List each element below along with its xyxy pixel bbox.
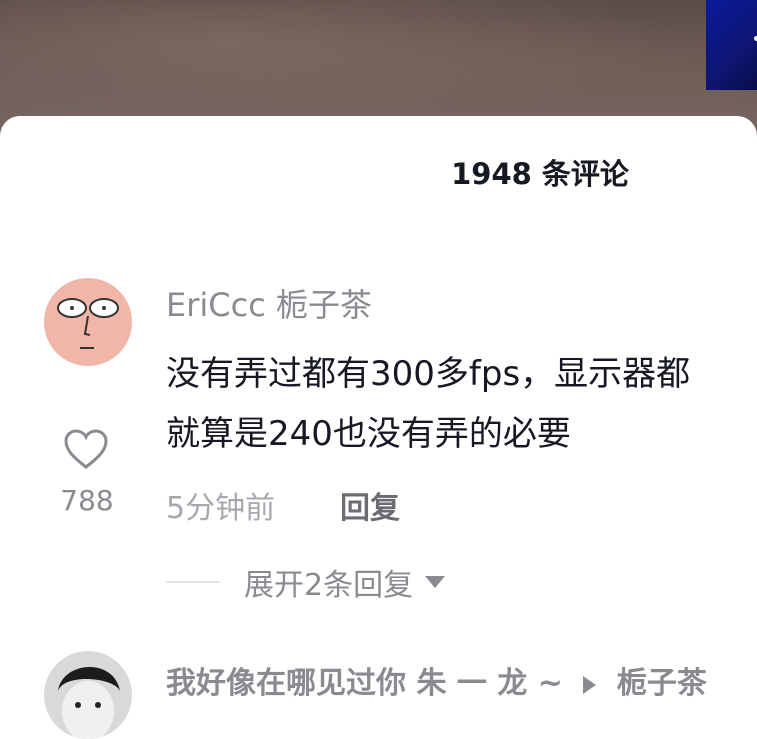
divider bbox=[166, 581, 220, 583]
comment-time: 5分钟前 bbox=[166, 491, 276, 526]
like-count: 788 bbox=[60, 484, 114, 517]
expand-replies-label: 展开2条回复 bbox=[244, 568, 414, 603]
avatar[interactable] bbox=[44, 651, 132, 739]
avatar[interactable] bbox=[44, 278, 132, 366]
video-thumbnail[interactable] bbox=[706, 0, 757, 90]
caret-down-icon bbox=[425, 576, 446, 588]
comment-username[interactable]: EriCcc 栀子茶 bbox=[166, 280, 372, 326]
comment-text-line: 就算是240也没有弄的必要 bbox=[166, 414, 571, 454]
play-triangle-icon bbox=[583, 675, 597, 694]
comment-text-line: 没有弄过都有300多fps，显示器都 bbox=[166, 354, 691, 394]
person-avatar-icon bbox=[44, 651, 132, 739]
heart-outline-icon[interactable] bbox=[63, 428, 109, 470]
comments-count-title: 1948 条评论 bbox=[451, 157, 629, 191]
expand-replies-button[interactable]: 展开2条回复 bbox=[166, 562, 446, 603]
comments-sheet: 1948 条评论 EriCcc 栀子茶 没有弄过都有300多fps，显示器都 就… bbox=[0, 116, 757, 739]
face-avatar-icon bbox=[44, 278, 132, 366]
reply-to-name: 栀子茶 bbox=[616, 666, 707, 701]
reply-button[interactable]: 回复 bbox=[340, 483, 400, 527]
commenter-name: 我好像在哪见过你 朱 一 龙 ~ bbox=[166, 666, 563, 701]
comment-username[interactable]: 我好像在哪见过你 朱 一 龙 ~ 栀子茶 bbox=[166, 658, 707, 702]
